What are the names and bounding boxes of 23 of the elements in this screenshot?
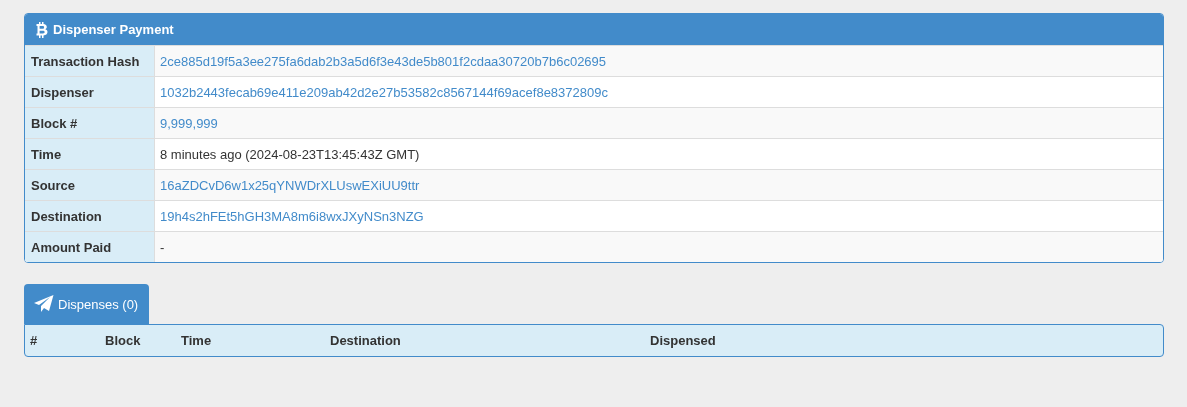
field-label: Time bbox=[25, 139, 155, 169]
field-value: - bbox=[160, 239, 165, 255]
column-heading: Block bbox=[105, 333, 142, 348]
column-heading: Destination bbox=[330, 333, 402, 348]
field-label: Destination bbox=[25, 201, 155, 231]
field-value: 8 minutes ago (2024-08-23T13:45:43Z GMT) bbox=[160, 146, 420, 162]
bitcoin-icon bbox=[35, 21, 49, 38]
value-link[interactable]: 2ce885d19f5a3ee275fa6dab2b3a5d6f3e43de5b801f2cdaa30720b7b6c02695 bbox=[160, 53, 607, 69]
field-label: Dispenser bbox=[25, 77, 155, 107]
value-link[interactable]: 19h4s2hFEt5hGH3MA8m6i8wxJXyNSn3NZG bbox=[160, 208, 424, 224]
field-label: Source bbox=[25, 170, 155, 200]
field-label: Block # bbox=[25, 108, 155, 138]
column-heading: Time bbox=[181, 333, 213, 348]
paper-plane-icon bbox=[34, 295, 54, 313]
panel-title: Dispenser Payment bbox=[53, 22, 174, 37]
value-link[interactable]: 9,999,999 bbox=[160, 115, 218, 131]
dispenses-tab[interactable]: Dispenses (0) bbox=[24, 284, 150, 324]
column-heading: # bbox=[30, 333, 39, 348]
column-heading: Dispensed bbox=[650, 333, 717, 348]
value-link[interactable]: 1032b2443fecab69e411e209ab42d2e27b53582c8567144f69acef8e8372809c bbox=[160, 84, 608, 100]
value-link[interactable]: 16aZDCvD6w1x25qYNWDrXLUswEXiUU9ttr bbox=[160, 177, 420, 193]
field-label: Amount Paid bbox=[25, 232, 155, 262]
field-label: Transaction Hash bbox=[25, 46, 155, 76]
